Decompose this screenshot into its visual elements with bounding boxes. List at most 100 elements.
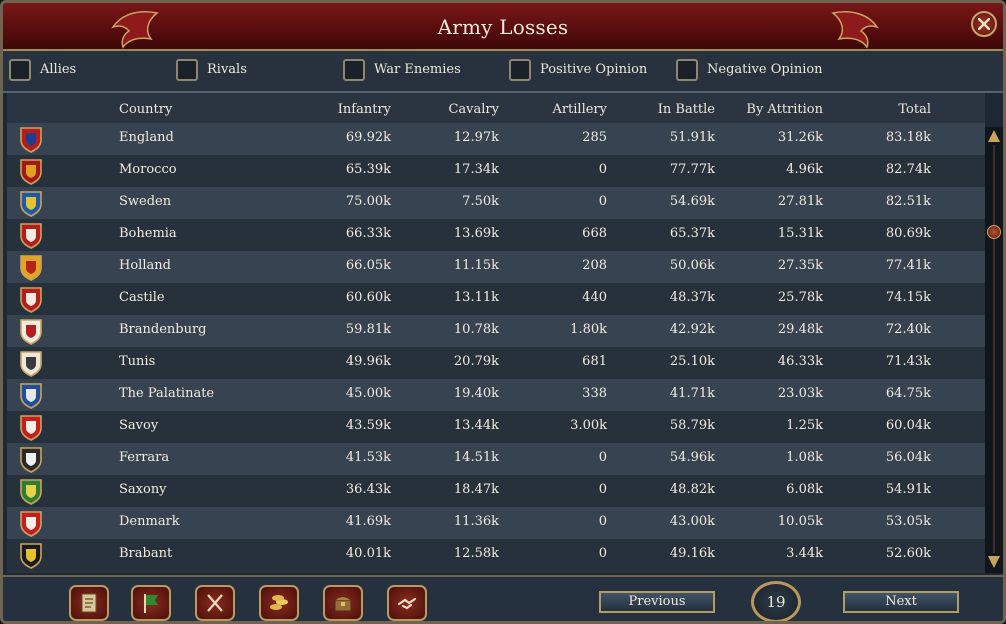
close-button[interactable] bbox=[971, 11, 997, 37]
column-header-total[interactable]: Total bbox=[841, 102, 931, 117]
cell-infantry: 40.01k bbox=[345, 546, 391, 561]
cell-artillery: 0 bbox=[598, 514, 607, 529]
table-row[interactable]: Brandenburg 59.81k 10.78k 1.80k 42.92k 29.48k… bbox=[7, 315, 985, 347]
cell-infantry: 69.92k bbox=[345, 130, 391, 145]
war-enemies-checkbox[interactable] bbox=[343, 59, 365, 81]
scroll-down-arrow-icon[interactable] bbox=[987, 555, 1001, 569]
cell-by-attrition: 15.31k bbox=[777, 226, 823, 241]
brandenburg-flag-icon[interactable] bbox=[19, 318, 43, 345]
table-row[interactable]: Bohemia 66.33k 13.69k 668 65.37k 15.31k 80.69k bbox=[7, 219, 985, 251]
table-row[interactable]: Savoy 43.59k 13.44k 3.00k 58.79k 1.25k 60.04k bbox=[7, 411, 985, 443]
morocco-flag-icon[interactable] bbox=[19, 158, 43, 185]
cell-cavalry: 19.40k bbox=[453, 386, 499, 401]
cell-country: Denmark bbox=[119, 514, 180, 529]
column-header-artillery[interactable]: Artillery bbox=[517, 102, 607, 117]
filter-label: Rivals bbox=[207, 62, 247, 77]
tunis-flag-icon[interactable] bbox=[19, 350, 43, 377]
cell-infantry: 41.53k bbox=[345, 450, 391, 465]
rivals-checkbox[interactable] bbox=[176, 59, 198, 81]
column-header-cavalry[interactable]: Cavalry bbox=[409, 102, 499, 117]
cell-artillery: 3.00k bbox=[570, 418, 607, 433]
ledger-button[interactable] bbox=[69, 585, 109, 621]
sweden-flag-icon[interactable] bbox=[19, 190, 43, 217]
palatinate-flag-icon[interactable] bbox=[19, 382, 43, 409]
cell-artillery: 681 bbox=[582, 354, 607, 369]
cell-total: 77.41k bbox=[885, 258, 931, 273]
allies-checkbox[interactable] bbox=[9, 59, 31, 81]
brabant-flag-icon[interactable] bbox=[19, 542, 43, 569]
cell-total: 80.69k bbox=[885, 226, 931, 241]
cell-total: 56.04k bbox=[885, 450, 931, 465]
negative-opinion-checkbox[interactable] bbox=[676, 59, 698, 81]
table-row[interactable]: Morocco 65.39k 17.34k 0 77.77k 4.96k 82.74k bbox=[7, 155, 985, 187]
diplomacy-button[interactable] bbox=[387, 585, 427, 621]
table-row[interactable]: Denmark 41.69k 11.36k 0 43.00k 10.05k 53.05k bbox=[7, 507, 985, 539]
army-losses-window: Army Losses Allies Rivals War Enemies Po… bbox=[0, 0, 1006, 624]
cell-total: 52.60k bbox=[885, 546, 931, 561]
column-header-country[interactable]: Country bbox=[119, 102, 172, 117]
cell-country: Savoy bbox=[119, 418, 159, 433]
castile-flag-icon[interactable] bbox=[19, 286, 43, 313]
ferrara-flag-icon[interactable] bbox=[19, 446, 43, 473]
table-row[interactable]: Castile 60.60k 13.11k 440 48.37k 25.78k 74.15k bbox=[7, 283, 985, 315]
bohemia-flag-icon[interactable] bbox=[19, 222, 43, 249]
cell-cavalry: 11.15k bbox=[453, 258, 499, 273]
cell-country: Tunis bbox=[119, 354, 156, 369]
previous-button[interactable]: Previous bbox=[599, 591, 715, 613]
cell-artillery: 668 bbox=[582, 226, 607, 241]
table-row[interactable]: Holland 66.05k 11.15k 208 50.06k 27.35k 77.41k bbox=[7, 251, 985, 283]
holland-flag-icon[interactable] bbox=[19, 254, 43, 281]
ribbon-ornament-right-icon bbox=[831, 11, 879, 49]
column-header-infantry[interactable]: Infantry bbox=[301, 102, 391, 117]
cell-cavalry: 13.69k bbox=[453, 226, 499, 241]
table-row[interactable]: The Palatinate 45.00k 19.40k 338 41.71k 23.03… bbox=[7, 379, 985, 411]
filter-bar: Allies Rivals War Enemies Positive Opini… bbox=[3, 51, 1003, 93]
crossed-swords-icon bbox=[207, 594, 223, 612]
next-button[interactable]: Next bbox=[843, 591, 959, 613]
cell-cavalry: 13.11k bbox=[453, 290, 499, 305]
denmark-flag-icon[interactable] bbox=[19, 510, 43, 537]
cell-total: 83.18k bbox=[885, 130, 931, 145]
cell-country: Morocco bbox=[119, 162, 177, 177]
cell-total: 60.04k bbox=[885, 418, 931, 433]
cell-cavalry: 13.44k bbox=[453, 418, 499, 433]
cell-by-attrition: 3.44k bbox=[786, 546, 823, 561]
cell-in-battle: 51.91k bbox=[669, 130, 715, 145]
handshake-icon bbox=[397, 597, 417, 610]
england-flag-icon[interactable] bbox=[19, 126, 43, 153]
treasury-button[interactable] bbox=[323, 585, 363, 621]
table-row[interactable]: Ferrara 41.53k 14.51k 0 54.96k 1.08k 56.04k bbox=[7, 443, 985, 475]
saxony-flag-icon[interactable] bbox=[19, 478, 43, 505]
cell-by-attrition: 1.25k bbox=[786, 418, 823, 433]
cell-cavalry: 17.34k bbox=[453, 162, 499, 177]
losses-table: Country Infantry Cavalry Artillery In Ba… bbox=[7, 93, 985, 573]
cell-total: 54.91k bbox=[885, 482, 931, 497]
scrollbar[interactable] bbox=[985, 127, 1003, 573]
scroll-thumb[interactable] bbox=[987, 225, 1001, 239]
scroll-up-arrow-icon[interactable] bbox=[987, 129, 1001, 143]
cell-infantry: 60.60k bbox=[345, 290, 391, 305]
cell-artillery: 0 bbox=[598, 162, 607, 177]
filter-label: Negative Opinion bbox=[707, 62, 823, 77]
cell-in-battle: 48.37k bbox=[669, 290, 715, 305]
cell-by-attrition: 23.03k bbox=[777, 386, 823, 401]
economy-button[interactable] bbox=[259, 585, 299, 621]
military-button[interactable] bbox=[131, 585, 171, 621]
positive-opinion-checkbox[interactable] bbox=[509, 59, 531, 81]
table-row[interactable]: England 69.92k 12.97k 285 51.91k 31.26k 83.18k bbox=[7, 123, 985, 155]
cell-in-battle: 48.82k bbox=[669, 482, 715, 497]
cell-in-battle: 58.79k bbox=[669, 418, 715, 433]
cell-country: The Palatinate bbox=[119, 386, 215, 401]
battles-button[interactable] bbox=[195, 585, 235, 621]
column-header-by-attrition[interactable]: By Attrition bbox=[733, 102, 823, 117]
table-row[interactable]: Saxony 36.43k 18.47k 0 48.82k 6.08k 54.91k bbox=[7, 475, 985, 507]
table-row[interactable]: Sweden 75.00k 7.50k 0 54.69k 27.81k 82.51k bbox=[7, 187, 985, 219]
cell-by-attrition: 6.08k bbox=[786, 482, 823, 497]
column-header-in-battle[interactable]: In Battle bbox=[625, 102, 715, 117]
table-row[interactable]: Brabant 40.01k 12.58k 0 49.16k 3.44k 52.60k bbox=[7, 539, 985, 571]
filter-label: Allies bbox=[40, 62, 77, 77]
savoy-flag-icon[interactable] bbox=[19, 414, 43, 441]
table-row[interactable]: Tunis 49.96k 20.79k 681 25.10k 46.33k 71.43k bbox=[7, 347, 985, 379]
cell-cavalry: 10.78k bbox=[453, 322, 499, 337]
cell-infantry: 45.00k bbox=[345, 386, 391, 401]
